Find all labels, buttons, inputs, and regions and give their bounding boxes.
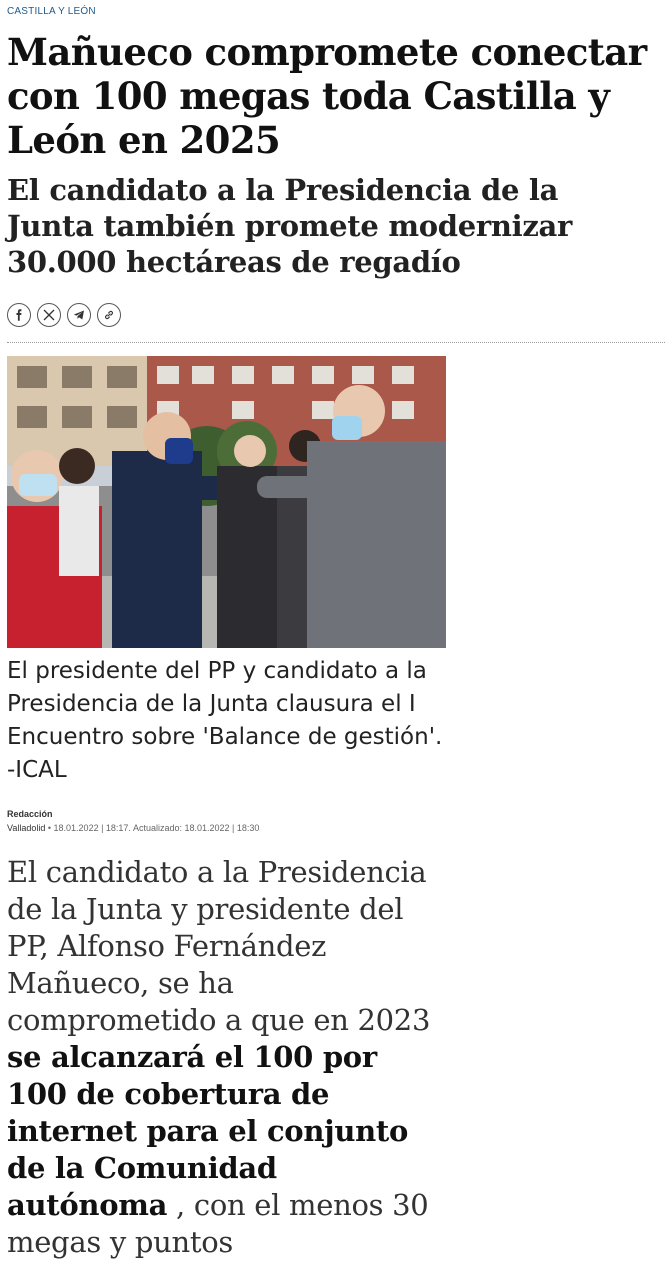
byline-location: Valladolid bbox=[7, 823, 46, 833]
share-row bbox=[7, 303, 121, 327]
headline: Mañueco compromete conectar con 100 mega… bbox=[7, 30, 647, 162]
section-tag[interactable]: CASTILLA Y LEÓN bbox=[7, 6, 96, 17]
x-icon bbox=[43, 309, 55, 321]
photo-caption: El presidente del PP y candidato a la Pr… bbox=[7, 658, 443, 783]
share-telegram-button[interactable] bbox=[67, 303, 91, 327]
facebook-icon bbox=[16, 309, 22, 321]
divider bbox=[7, 342, 665, 343]
share-x-button[interactable] bbox=[37, 303, 61, 327]
article-photo-illustration bbox=[7, 356, 446, 648]
telegram-icon bbox=[73, 310, 84, 320]
share-facebook-button[interactable] bbox=[7, 303, 31, 327]
byline-separator: • bbox=[45, 823, 54, 833]
share-link-button[interactable] bbox=[97, 303, 121, 327]
subtitle: El candidato a la Presidencia de la Junt… bbox=[7, 173, 573, 279]
article-photo[interactable] bbox=[7, 356, 446, 648]
byline-meta: Valladolid • 18.01.2022 | 18:17. Actuali… bbox=[7, 823, 259, 833]
link-icon bbox=[105, 310, 113, 320]
byline-published: 18.01.2022 | 18:17. Actualizado: 18.01.2… bbox=[53, 823, 260, 833]
byline-author: Redacción bbox=[7, 809, 53, 819]
body-lead: El candidato a la Presidencia de la Junt… bbox=[7, 855, 431, 1037]
